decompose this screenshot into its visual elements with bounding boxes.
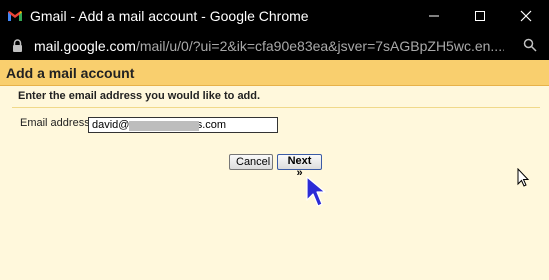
url-text[interactable]: mail.google.com/mail/u/0/?ui=2&ik=cfa90e… xyxy=(34,38,504,54)
url-domain: mail.google.com xyxy=(34,38,136,54)
next-button[interactable]: Next » xyxy=(277,154,322,179)
minimize-button[interactable] xyxy=(411,0,457,32)
maximize-button[interactable] xyxy=(457,0,503,32)
arrow-cursor-icon xyxy=(517,168,530,187)
url-path: /mail/u/0/?ui=2&ik=cfa90e83ea&jsver=7sAG… xyxy=(135,38,504,54)
close-button[interactable] xyxy=(503,0,549,32)
browser-title-bar: Gmail - Add a mail account - Google Chro… xyxy=(0,0,549,32)
minimize-icon xyxy=(429,15,439,17)
dialog-title: Add a mail account xyxy=(6,65,135,81)
close-icon xyxy=(520,10,532,22)
window-title: Gmail - Add a mail account - Google Chro… xyxy=(30,8,309,24)
email-address-label: Email address: xyxy=(20,117,93,129)
address-bar[interactable]: mail.google.com/mail/u/0/?ui=2&ik=cfa90e… xyxy=(0,32,549,60)
dialog-header: Add a mail account xyxy=(0,60,549,86)
zoom-icon[interactable] xyxy=(523,38,537,52)
separator xyxy=(12,107,540,108)
pointer-cursor-icon xyxy=(306,176,326,207)
lock-icon xyxy=(13,39,22,52)
gmail-logo xyxy=(8,11,22,21)
redacted-region xyxy=(129,121,199,131)
instruction-text: Enter the email address you would like t… xyxy=(18,90,261,102)
cancel-button[interactable]: Cancel xyxy=(229,154,273,170)
maximize-icon xyxy=(475,11,485,21)
